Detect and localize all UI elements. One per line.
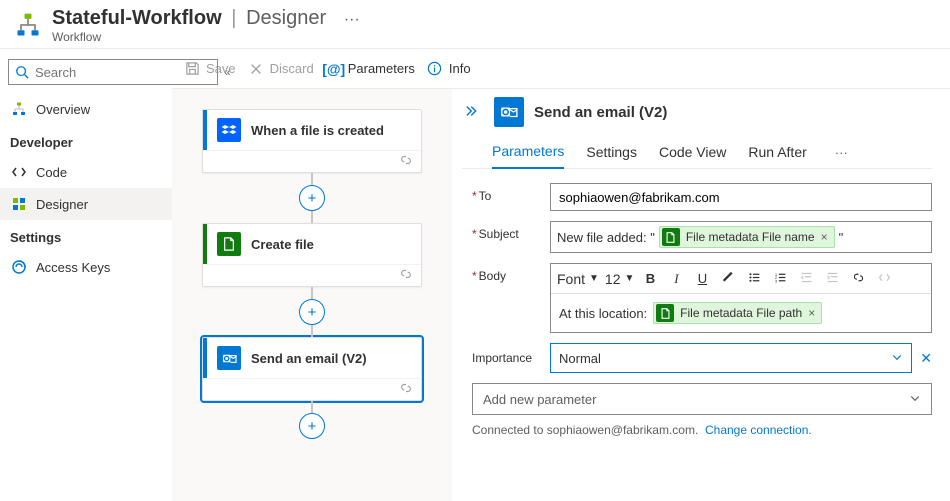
overview-icon	[10, 101, 28, 117]
svg-text:3: 3	[775, 278, 778, 283]
remove-token-icon[interactable]: ×	[808, 306, 815, 320]
parameters-icon: [@]	[326, 61, 342, 77]
sidebar-item-overview[interactable]: Overview	[0, 93, 172, 125]
page-section-title: Designer	[246, 7, 326, 29]
discard-button[interactable]: Discard	[248, 61, 314, 77]
sidebar-item-label: Access Keys	[36, 260, 110, 275]
info-button[interactable]: Info	[427, 61, 471, 77]
label-subject: *Subject	[472, 221, 550, 241]
resource-type-label: Workflow	[52, 30, 360, 44]
code-view-button[interactable]	[874, 271, 894, 287]
page-header: Stateful-Workflow | Designer ··· Workflo…	[0, 0, 950, 48]
chevron-down-icon	[891, 351, 903, 366]
italic-button[interactable]: I	[666, 271, 686, 287]
designer-icon	[10, 196, 28, 212]
sidebar-item-code[interactable]: Code	[0, 156, 172, 188]
outlook-icon	[494, 97, 524, 127]
file-icon	[656, 304, 674, 322]
card-send-email[interactable]: Send an email (V2)	[202, 337, 422, 401]
color-button[interactable]	[718, 271, 738, 287]
body-editor[interactable]: Font ▼ 12▼ B I U 123	[550, 263, 932, 333]
add-parameter-select[interactable]: Add new parameter	[472, 383, 932, 415]
action-panel: Send an email (V2) Parameters Settings C…	[452, 89, 950, 501]
card-title: When a file is created	[251, 123, 384, 138]
workflow-title: Stateful-Workflow	[52, 7, 222, 29]
title-separator: |	[231, 7, 236, 29]
panel-tabs: Parameters Settings Code View Run After …	[462, 137, 932, 169]
connection-icon	[399, 381, 413, 398]
designer-canvas[interactable]: When a file is created + Create file +	[172, 89, 452, 501]
toolbar: Save Discard [@] Parameters Info	[172, 49, 950, 89]
file-icon	[662, 228, 680, 246]
to-input[interactable]	[550, 183, 932, 211]
bullets-button[interactable]	[744, 271, 764, 287]
access-keys-icon	[10, 259, 28, 275]
tab-run-after[interactable]: Run After	[748, 138, 806, 168]
dropbox-icon	[217, 118, 241, 142]
tab-code-view[interactable]: Code View	[659, 138, 726, 168]
font-size-select[interactable]: 12▼	[605, 271, 634, 287]
connection-icon	[399, 267, 413, 284]
add-step-button[interactable]: +	[299, 299, 325, 325]
label-importance: Importance	[472, 351, 550, 365]
card-title: Create file	[251, 237, 314, 252]
sidebar-item-label: Designer	[36, 197, 88, 212]
link-button[interactable]	[848, 271, 868, 287]
connection-icon	[399, 153, 413, 170]
label-to: *To	[472, 183, 550, 203]
info-icon	[427, 61, 443, 77]
file-icon	[217, 232, 241, 256]
outdent-button[interactable]	[796, 271, 816, 287]
collapse-panel-button[interactable]	[466, 104, 480, 121]
sidebar: « Overview Developer Code Designer Setti…	[0, 49, 172, 501]
add-step-button[interactable]: +	[299, 185, 325, 211]
subject-input[interactable]: New file added: " File metadata File nam…	[550, 221, 932, 253]
indent-button[interactable]	[822, 271, 842, 287]
discard-icon	[248, 61, 264, 77]
panel-title: Send an email (V2)	[534, 104, 667, 121]
sidebar-item-label: Code	[36, 165, 67, 180]
sidebar-item-label: Overview	[36, 102, 90, 117]
tab-parameters[interactable]: Parameters	[492, 137, 564, 169]
font-select[interactable]: Font ▼	[557, 271, 599, 287]
token-file-path[interactable]: File metadata File path ×	[653, 302, 822, 324]
underline-button[interactable]: U	[692, 271, 712, 286]
header-more-icon[interactable]: ···	[344, 11, 360, 28]
sidebar-item-access-keys[interactable]: Access Keys	[0, 251, 172, 283]
change-connection-link[interactable]: Change connection.	[705, 423, 812, 437]
sidebar-section-settings: Settings	[0, 220, 172, 251]
sidebar-item-designer[interactable]: Designer	[0, 188, 172, 220]
save-icon	[184, 61, 200, 77]
remove-token-icon[interactable]: ×	[821, 230, 828, 244]
numbered-list-button[interactable]: 123	[770, 271, 790, 287]
workflow-logo-icon	[14, 11, 42, 39]
bold-button[interactable]: B	[640, 271, 660, 286]
connection-info: Connected to sophiaowen@fabrikam.com. Ch…	[472, 423, 932, 437]
card-title: Send an email (V2)	[251, 351, 367, 366]
outlook-icon	[217, 346, 241, 370]
tabs-more-icon[interactable]: ···	[829, 145, 854, 160]
code-icon	[10, 164, 28, 180]
card-trigger[interactable]: When a file is created	[202, 109, 422, 173]
token-file-name[interactable]: File metadata File name ×	[659, 226, 835, 248]
sidebar-section-developer: Developer	[0, 125, 172, 156]
tab-settings[interactable]: Settings	[586, 138, 637, 168]
importance-select[interactable]: Normal	[550, 343, 912, 373]
save-button[interactable]: Save	[184, 61, 236, 77]
add-step-button[interactable]: +	[299, 413, 325, 439]
clear-importance-button[interactable]: ✕	[920, 350, 932, 367]
label-body: *Body	[472, 263, 550, 283]
search-icon	[15, 65, 29, 79]
chevron-down-icon	[909, 392, 921, 407]
card-create-file[interactable]: Create file	[202, 223, 422, 287]
parameters-button[interactable]: [@] Parameters	[326, 61, 415, 77]
